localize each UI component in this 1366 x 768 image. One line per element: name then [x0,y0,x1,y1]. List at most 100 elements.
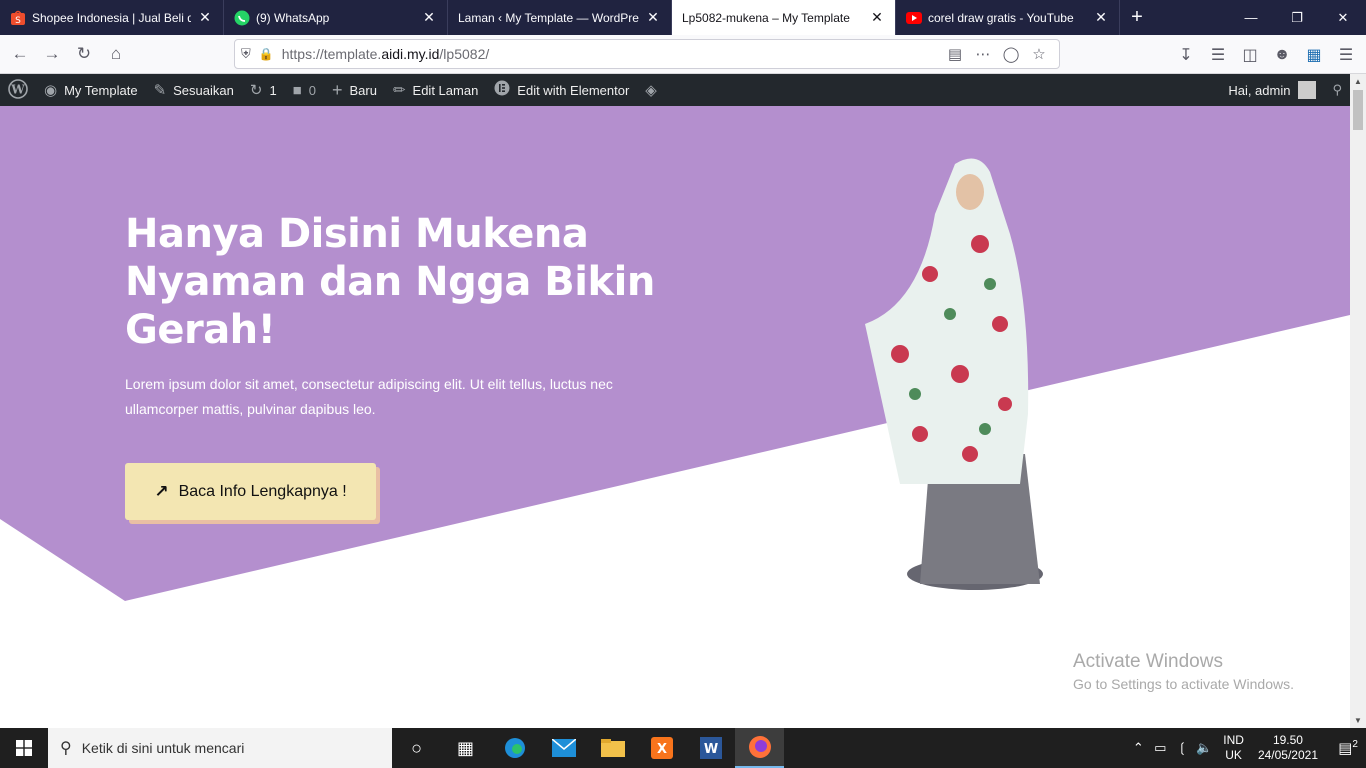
toolbar-right: ↧ ☰ ◫ ☻ ▦ ☰ [1170,35,1362,74]
close-tab-icon[interactable]: ✕ [645,9,661,26]
tab-title: Shopee Indonesia | Jual Beli di Ponsel [32,10,191,25]
clock[interactable]: 19.50 24/05/2021 [1258,733,1318,763]
wp-admin-bar: W ◉ My Template ✎ Sesuaikan ↻ 1 ■ 0 + Ba… [0,74,1366,106]
external-link-icon: ↗ [154,481,169,501]
downloads-icon[interactable]: ↧ [1170,45,1202,65]
plus-icon: + [331,79,343,100]
scrollbar-thumb[interactable] [1353,90,1363,130]
wp-customize[interactable]: ✎ Sesuaikan [146,74,242,106]
updates-icon: ↻ [249,82,263,99]
wp-account[interactable]: Hai, admin [1220,74,1324,106]
notification-center-icon[interactable]: ▤2 [1330,739,1366,757]
new-tab-button[interactable]: + [1120,0,1154,35]
task-view-icon[interactable]: ▦ [441,728,490,768]
dashboard-icon: ◉ [44,82,58,99]
mail-icon[interactable] [539,728,588,768]
pencil-icon: ✏ [392,82,406,99]
hero-description: Lorem ipsum dolor sit amet, consectetur … [125,376,613,417]
bookmark-star-icon[interactable]: ☆ [1025,45,1053,63]
cortana-icon[interactable]: ○ [392,728,441,768]
close-tab-icon[interactable]: ✕ [1093,9,1109,26]
svg-text:X: X [656,742,666,757]
language-indicator[interactable]: IND UK [1223,733,1244,763]
reload-icon[interactable]: ↻ [68,38,100,70]
customize-label: Sesuaikan [173,82,234,98]
comments-count: 0 [308,82,316,98]
page-actions-icon[interactable]: ⋯ [969,45,997,63]
wp-edit-page[interactable]: ✏ Edit Laman [385,74,486,106]
reader-view-icon[interactable]: ▤ [941,45,969,63]
windows-taskbar: ⚲ Ketik di sini untuk mencari ○ ▦ X W ⌃ … [0,728,1366,768]
windows-logo-icon [16,740,32,756]
lock-icon[interactable]: 🔒 [259,47,274,61]
edge-icon[interactable] [490,728,539,768]
address-bar[interactable]: ⛨ 🔒 https://template.aidi.my.id/lp5082/ … [234,39,1060,69]
tab-title: (9) WhatsApp [256,10,330,25]
tab-lp5082-active[interactable]: Lp5082-mukena – My Template ✕ [672,0,896,35]
avatar [1298,81,1317,99]
wp-site-name[interactable]: ◉ My Template [36,74,146,106]
tab-youtube[interactable]: corel draw gratis - YouTube ✕ [896,0,1120,35]
account-icon[interactable]: ☻ [1266,46,1298,64]
page-scrollbar[interactable]: ▲ ▼ [1350,74,1366,728]
firefox-icon[interactable] [735,728,784,768]
sidebar-icon[interactable]: ◫ [1234,45,1266,65]
wp-extra-plugin[interactable]: ◈ [637,74,672,106]
wp-new-content[interactable]: + Baru [324,74,385,106]
shopee-icon: S [10,10,26,26]
watermark-title: Activate Windows [1073,651,1223,672]
forward-icon[interactable]: → [36,38,68,70]
keyboard-layout: UK [1225,748,1242,762]
site-name-label: My Template [64,82,138,98]
show-hidden-icons-icon[interactable]: ⌃ [1127,740,1149,756]
start-button[interactable] [0,728,48,768]
xampp-icon[interactable]: X [637,728,686,768]
tab-whatsapp[interactable]: (9) WhatsApp ✕ [224,0,448,35]
wp-edit-elementor[interactable]: Edit with Elementor [486,74,637,106]
word-icon[interactable]: W [686,728,735,768]
extension-icon[interactable]: ▦ [1298,45,1330,65]
restore-icon[interactable]: ❐ [1274,0,1320,35]
library-icon[interactable]: ☰ [1202,45,1234,65]
back-icon[interactable]: ← [4,38,36,70]
system-tray: ⌃ ▭ ❲ 🔈 IND UK 19.50 24/05/2021 ▤2 [1127,728,1366,768]
edit-elementor-label: Edit with Elementor [517,82,630,98]
comment-icon: ■ [292,81,302,99]
youtube-icon [906,10,922,26]
windows-activation-watermark: Activate Windows Go to Settings to activ… [1073,651,1294,692]
minimize-icon[interactable]: — [1228,0,1274,35]
file-explorer-icon[interactable] [588,728,637,768]
window-controls: — ❐ ✕ [1228,0,1366,35]
tab-wordpress-laman[interactable]: Laman ‹ My Template — WordPress ✕ [448,0,672,35]
wp-comments[interactable]: ■ 0 [285,74,324,106]
tab-shopee[interactable]: S Shopee Indonesia | Jual Beli di Ponsel… [0,0,224,35]
close-window-icon[interactable]: ✕ [1320,0,1366,35]
close-tab-icon[interactable]: ✕ [197,9,213,26]
read-more-button[interactable]: ↗ Baca Info Lengkapnya ! [125,463,376,520]
tab-strip: S Shopee Indonesia | Jual Beli di Ponsel… [0,0,1366,35]
menu-icon[interactable]: ☰ [1330,45,1362,65]
model-image [865,158,1043,590]
scroll-up-icon[interactable]: ▲ [1354,77,1362,86]
wp-logo-button[interactable]: W [0,74,36,106]
wifi-icon[interactable]: ❲ [1171,740,1193,756]
home-icon[interactable]: ⌂ [100,38,132,70]
search-icon: ⚲ [60,740,72,757]
wordpress-icon: W [8,78,28,102]
pocket-icon[interactable]: ◯ [997,45,1025,63]
battery-icon[interactable]: ▭ [1149,740,1171,756]
tab-title: Laman ‹ My Template — WordPress [458,10,639,25]
close-tab-icon[interactable]: ✕ [869,9,885,26]
scroll-down-icon[interactable]: ▼ [1354,716,1362,725]
updates-count: 1 [269,82,277,98]
tracking-shield-icon[interactable]: ⛨ [241,46,251,62]
svg-text:S: S [15,16,21,25]
wp-updates[interactable]: ↻ 1 [242,74,285,106]
search-placeholder: Ketik di sini untuk mencari [81,740,245,756]
language-code: IND [1223,733,1244,747]
volume-icon[interactable]: 🔈 [1193,740,1215,756]
brush-icon: ✎ [153,82,167,99]
close-tab-icon[interactable]: ✕ [421,9,437,26]
taskbar-search[interactable]: ⚲ Ketik di sini untuk mencari [48,728,392,768]
notification-count: 2 [1352,739,1358,750]
